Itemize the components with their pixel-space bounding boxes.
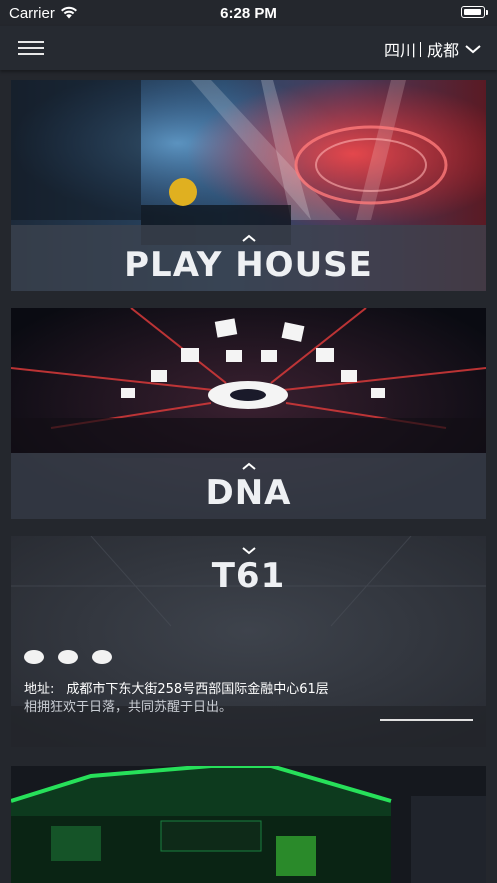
venue-card-4[interactable] — [11, 766, 486, 883]
venue-slogan: 相拥狂欢于日落，共同苏醒于日出。 — [24, 700, 233, 715]
province-label: 四川 — [383, 41, 416, 60]
venue-title: DNA — [205, 473, 292, 513]
venue-card-t61[interactable]: T61 地址: 成都市下东大街258号西部国际金融中心61层 相拥狂欢于日落，共同… — [11, 536, 486, 747]
address-value: 成都市下东大街258号西部国际金融中心61层 — [66, 682, 329, 697]
chevron-up-icon — [242, 462, 256, 470]
chevron-up-icon — [242, 234, 256, 242]
venue-card-playhouse[interactable]: PLAY HOUSE — [11, 80, 486, 291]
venue-title: PLAY HOUSE — [124, 245, 373, 285]
progress-underline — [380, 719, 473, 721]
chevron-down-icon — [465, 45, 481, 54]
pagination-dots[interactable] — [24, 650, 112, 664]
address-label: 地址: — [24, 682, 55, 697]
city-selector[interactable]: 四川 成都 — [384, 37, 481, 61]
city-label: 成都 — [426, 41, 459, 60]
venue-address: 地址: 成都市下东大街258号西部国际金融中心61层 — [24, 678, 329, 697]
battery-icon — [461, 6, 485, 18]
venue-banner-image — [11, 766, 486, 883]
status-bar: Carrier 6:28 PM — [0, 0, 497, 26]
battery-tip — [486, 10, 488, 15]
venue-title: T61 — [211, 556, 286, 596]
clock: 6:28 PM — [220, 5, 277, 22]
top-nav-bar: 四川 成都 — [0, 26, 497, 70]
chevron-down-icon[interactable] — [241, 545, 257, 555]
menu-icon[interactable] — [18, 40, 44, 56]
venue-card-dna[interactable]: DNA — [11, 308, 486, 519]
divider — [419, 41, 421, 57]
